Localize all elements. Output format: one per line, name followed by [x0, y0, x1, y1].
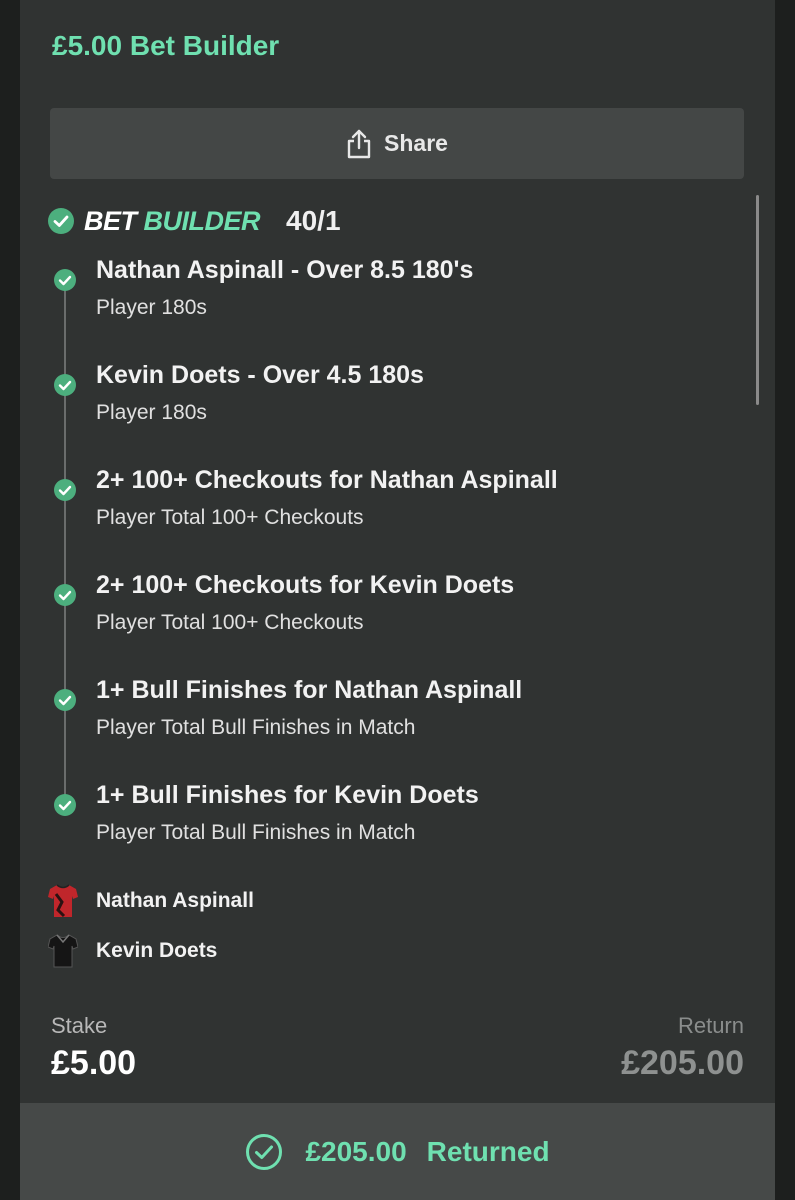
check-circle-outline-icon — [246, 1133, 283, 1170]
share-label: Share — [384, 130, 448, 156]
shirt-icon — [48, 884, 78, 918]
check-circle-icon — [54, 374, 76, 396]
player-row: Kevin Doets — [48, 933, 217, 969]
leg-market: Player Total Bull Finishes in Match — [96, 716, 416, 739]
leg-market: Player Total 100+ Checkouts — [96, 506, 364, 529]
check-circle-icon — [54, 269, 76, 291]
bet-builder-logo: BET BUILDER — [84, 205, 261, 237]
share-icon — [347, 129, 371, 158]
returned-status-bar: £205.00 Returned — [20, 1103, 775, 1200]
leg-selection: 2+ 100+ Checkouts for Kevin Doets — [96, 571, 515, 599]
stake-label: Stake — [51, 1013, 108, 1038]
odds: 40/1 — [286, 205, 341, 236]
leg-market: Player Total 100+ Checkouts — [96, 611, 364, 634]
leg-market: Player 180s — [96, 296, 207, 319]
player-name: Nathan Aspinall — [96, 889, 254, 912]
bet-title: £5.00 Bet Builder — [52, 30, 280, 61]
player-name: Kevin Doets — [96, 939, 218, 962]
check-circle-icon — [54, 479, 76, 501]
leg-selection: Nathan Aspinall - Over 8.5 180's — [96, 256, 474, 284]
check-circle-icon — [48, 208, 74, 234]
return-value: £205.00 — [621, 1044, 744, 1082]
timeline-line — [64, 285, 66, 805]
shirt-icon — [48, 934, 78, 968]
returned-status: Returned — [426, 1135, 550, 1167]
share-button[interactable]: Share — [50, 108, 744, 179]
logo-word-bet: BET — [84, 205, 137, 236]
check-circle-icon — [54, 689, 76, 711]
leg-selection: 1+ Bull Finishes for Kevin Doets — [96, 781, 479, 809]
return-label: Return — [677, 1013, 744, 1038]
leg-selection: 1+ Bull Finishes for Nathan Aspinall — [96, 676, 523, 704]
logo-word-builder: BUILDER — [143, 205, 261, 236]
stake-value: £5.00 — [51, 1044, 137, 1082]
leg-selection: 2+ 100+ Checkouts for Nathan Aspinall — [96, 466, 558, 494]
bet-builder-header: BET BUILDER 40/1 — [48, 203, 341, 239]
leg-market: Player 180s — [96, 401, 207, 424]
returned-amount: £205.00 — [305, 1135, 407, 1167]
check-circle-icon — [54, 584, 76, 606]
bet-card: £5.00 Bet Builder Share BET BUILDER 40/1… — [20, 0, 775, 1200]
scrollbar[interactable] — [756, 195, 759, 405]
check-circle-icon — [54, 794, 76, 816]
leg-selection: Kevin Doets - Over 4.5 180s — [96, 361, 424, 389]
leg-market: Player Total Bull Finishes in Match — [96, 821, 416, 844]
player-row: Nathan Aspinall — [48, 883, 254, 919]
